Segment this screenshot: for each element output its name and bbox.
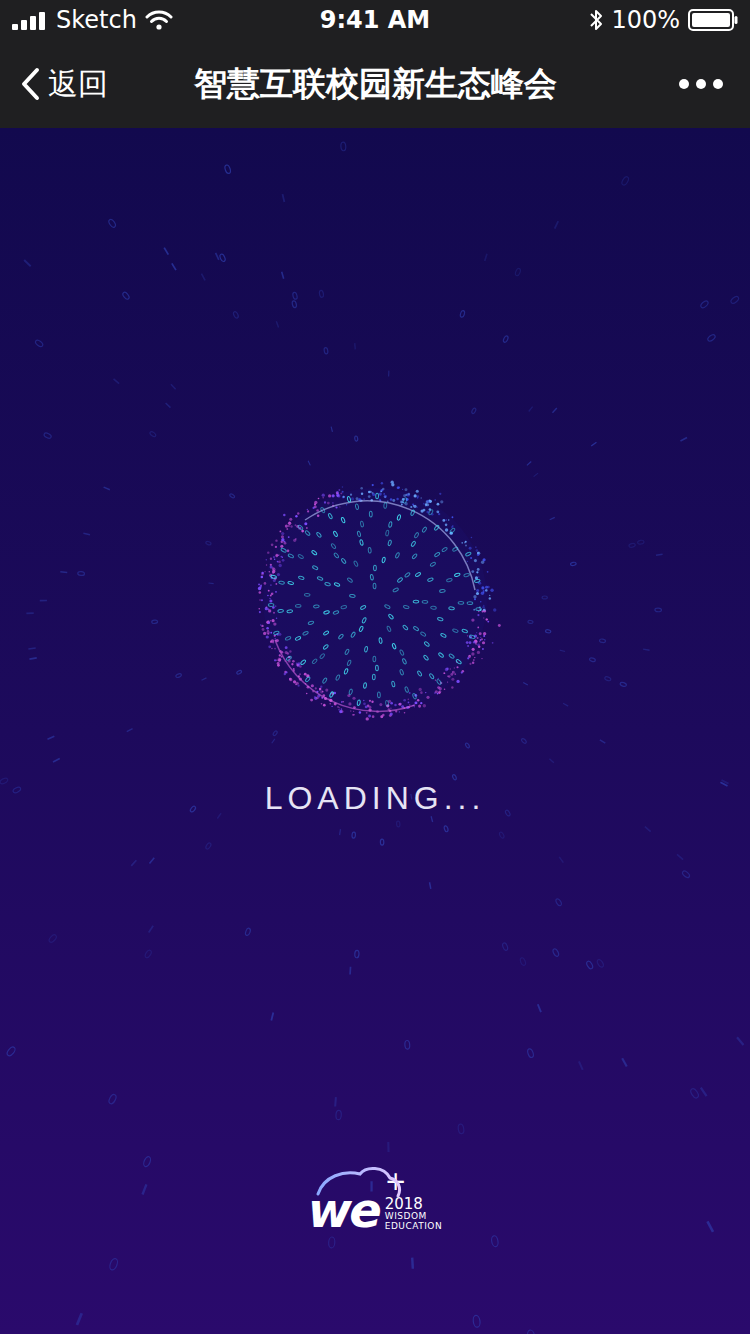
status-left: Sketch xyxy=(12,6,320,34)
back-label: 返回 xyxy=(48,64,108,105)
more-button[interactable] xyxy=(580,78,730,90)
loading-text: LOADING... xyxy=(265,780,486,817)
bluetooth-icon xyxy=(589,8,603,32)
logo-line: EDUCATION xyxy=(385,1222,442,1232)
cloud-icon xyxy=(314,1164,404,1204)
back-button[interactable]: 返回 xyxy=(20,64,170,105)
chevron-left-icon xyxy=(20,67,40,101)
logo-line: WISDOM xyxy=(385,1212,442,1222)
logo-mark: we xyxy=(308,1172,379,1234)
binary-particles-backdrop xyxy=(0,128,750,1334)
clock: 9:41 AM xyxy=(320,6,431,34)
status-right: 100% xyxy=(430,6,738,34)
status-bar: Sketch 9:41 AM 100% xyxy=(0,0,750,40)
battery-reading: 100% xyxy=(611,6,680,34)
more-dots-icon xyxy=(678,78,724,90)
nav-bar: 返回 智慧互联校园新生态峰会 xyxy=(0,40,750,128)
logo-side: +2018WISDOMEDUCATION xyxy=(385,1168,442,1234)
signal-icon xyxy=(12,10,48,30)
screen: Sketch 9:41 AM 100% 返回 智慧互联校园新生态峰会 LOADING...… xyxy=(0,0,750,1334)
logo-year: 2018 xyxy=(385,1196,442,1213)
carrier: Sketch xyxy=(56,6,137,34)
battery-icon xyxy=(688,9,738,31)
loading-swirl-icon xyxy=(245,470,505,730)
we-logo: we+2018WISDOMEDUCATION xyxy=(308,1168,442,1234)
loading-screen: LOADING... we+2018WISDOMEDUCATION xyxy=(0,128,750,1334)
wifi-icon xyxy=(145,10,173,30)
nav-title: 智慧互联校园新生态峰会 xyxy=(170,62,580,107)
